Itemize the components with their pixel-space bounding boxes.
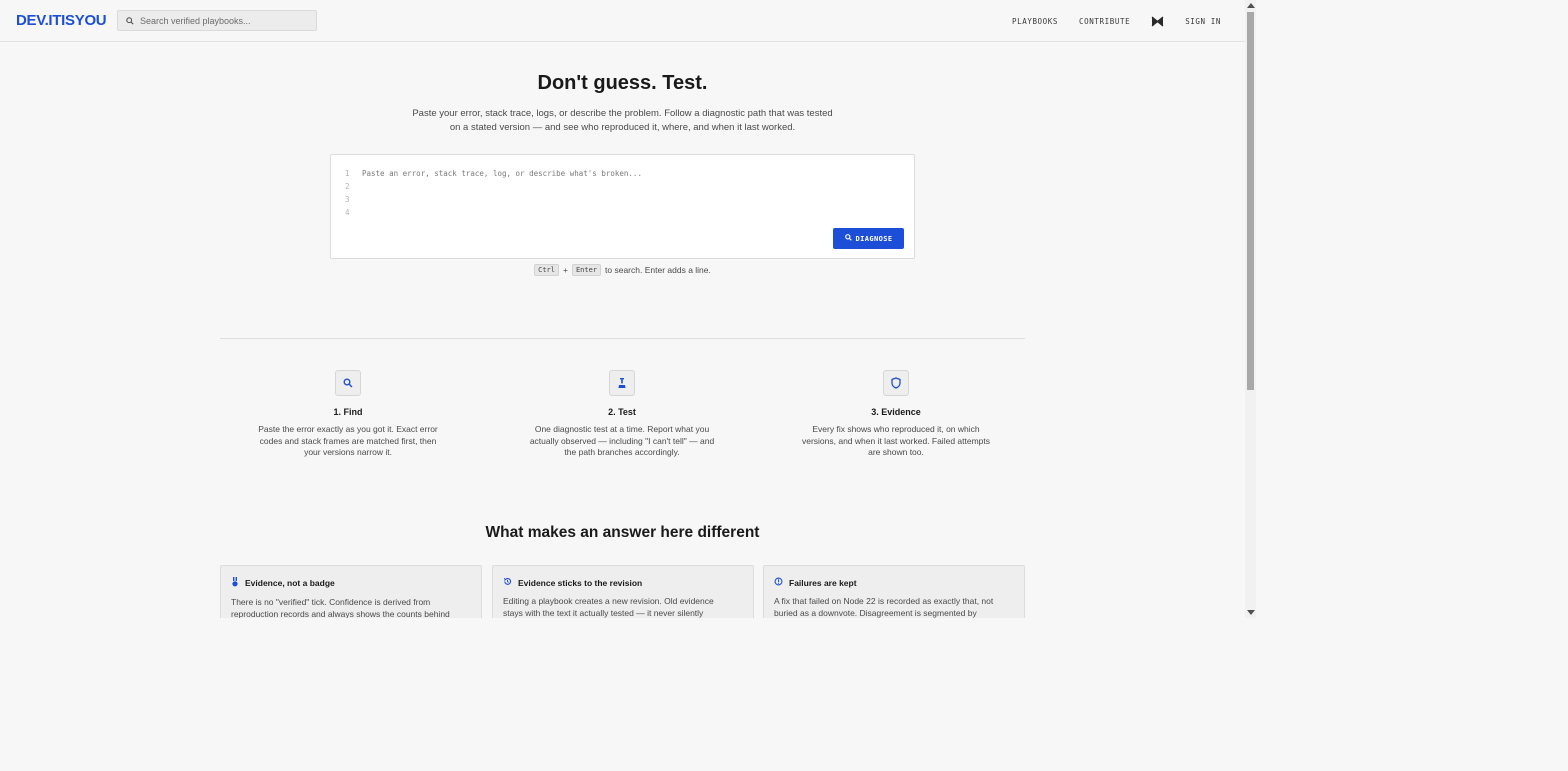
scroll-up-arrow-icon[interactable] bbox=[1245, 0, 1256, 11]
card-title: Evidence, not a badge bbox=[245, 578, 335, 588]
step-desc-line: Paste the error exactly as you got it. E… bbox=[258, 424, 438, 434]
step-desc-line: are shown too. bbox=[868, 447, 924, 457]
section-divider bbox=[220, 338, 1025, 339]
step-title: 2. Test bbox=[608, 407, 636, 417]
step-desc-line: versions, and when it last worked. Faile… bbox=[801, 435, 991, 446]
hero-subtitle-line: on a stated version — and see who reprod… bbox=[449, 121, 796, 133]
vertical-scrollbar[interactable] bbox=[1245, 0, 1256, 618]
card-title: Evidence sticks to the revision bbox=[518, 577, 643, 588]
diagnose-button[interactable]: DIAGNOSE bbox=[833, 228, 904, 249]
scrollbar-thumb[interactable] bbox=[1247, 12, 1254, 390]
search-icon bbox=[126, 12, 134, 30]
theme-toggle-icon[interactable] bbox=[1151, 15, 1164, 27]
flask-icon bbox=[609, 370, 635, 396]
hint-text: to search. Enter adds a line. bbox=[605, 265, 711, 275]
search-input[interactable] bbox=[140, 15, 310, 26]
card-body-line: A fix that failed on Node 22 is recorded… bbox=[774, 596, 994, 606]
site-logo[interactable]: DEV.ITISYOU bbox=[16, 12, 107, 29]
card-body-line: stays with the text it actually tested —… bbox=[503, 607, 704, 618]
step-test: 2. Test One diagnostic test at a time. R… bbox=[522, 370, 722, 459]
card-evidence-revision: Evidence sticks to the revision Editing … bbox=[492, 565, 754, 618]
step-desc-line: One diagnostic test at a time. Report wh… bbox=[534, 424, 710, 434]
medal-icon bbox=[231, 577, 239, 589]
shield-icon bbox=[883, 370, 909, 396]
step-desc-line: the path branches accordingly. bbox=[564, 447, 680, 457]
step-description: Paste the error exactly as you got it. E… bbox=[248, 424, 448, 459]
card-body-line: buried as a downvote. Disagreement is se… bbox=[774, 607, 977, 618]
top-header: DEV.ITISYOU PLAYBOOKS CONTRIBUTE SIGN IN bbox=[0, 0, 1245, 42]
line-number-gutter: 1 2 3 4 bbox=[345, 167, 350, 219]
step-desc-line: your versions narrow it. bbox=[304, 447, 392, 457]
step-desc-line: Every fix shows who reproduced it, on wh… bbox=[812, 424, 980, 434]
scroll-down-arrow-icon[interactable] bbox=[1245, 607, 1256, 618]
nav-playbooks-link[interactable]: PLAYBOOKS bbox=[1012, 17, 1058, 26]
hero-subtitle: Paste your error, stack trace, logs, or … bbox=[400, 107, 845, 134]
step-desc-line: codes and stack frames are matched first… bbox=[259, 435, 437, 446]
plus-sign: + bbox=[562, 265, 568, 275]
step-description: One diagnostic test at a time. Report wh… bbox=[522, 424, 722, 459]
search-box[interactable] bbox=[117, 10, 317, 31]
line-number: 1 bbox=[345, 169, 350, 178]
main-nav: PLAYBOOKS CONTRIBUTE SIGN IN bbox=[991, 0, 1221, 42]
nav-contribute-link[interactable]: CONTRIBUTE bbox=[1079, 17, 1130, 26]
blank-area bbox=[0, 618, 1568, 771]
step-evidence: 3. Evidence Every fix shows who reproduc… bbox=[796, 370, 996, 459]
card-evidence-not-badge: Evidence, not a badge There is no "verif… bbox=[220, 565, 482, 618]
diagnose-label: DIAGNOSE bbox=[855, 234, 893, 243]
blank-area bbox=[1256, 0, 1568, 618]
page-viewport: DEV.ITISYOU PLAYBOOKS CONTRIBUTE SIGN IN bbox=[0, 0, 1245, 618]
alert-circle-icon bbox=[774, 577, 783, 588]
hero-title: Don't guess. Test. bbox=[537, 72, 708, 94]
line-number: 3 bbox=[345, 195, 350, 204]
enter-key: Enter bbox=[571, 264, 602, 276]
step-description: Every fix shows who reproduced it, on wh… bbox=[796, 424, 996, 459]
card-body-line: reproduction records and always shows th… bbox=[231, 608, 450, 619]
keyboard-hint: Ctrl + Enter to search. Enter adds a lin… bbox=[0, 264, 1245, 276]
differences-heading: What makes an answer here different bbox=[485, 524, 760, 541]
step-title: 1. Find bbox=[333, 407, 363, 417]
editor-placeholder[interactable]: Paste an error, stack trace, log, or des… bbox=[362, 167, 642, 180]
history-icon bbox=[503, 577, 512, 588]
card-body: There is no "verified" tick. Confidence … bbox=[231, 597, 471, 618]
card-body: Editing a playbook creates a new revisio… bbox=[503, 596, 743, 618]
step-find: 1. Find Paste the error exactly as you g… bbox=[248, 370, 448, 459]
line-number: 2 bbox=[345, 182, 350, 191]
card-body: A fix that failed on Node 22 is recorded… bbox=[774, 596, 1014, 618]
ctrl-key: Ctrl bbox=[534, 264, 559, 276]
search-icon bbox=[335, 370, 361, 396]
error-input-editor[interactable]: 1 2 3 4 Paste an error, stack trace, log… bbox=[330, 154, 915, 259]
step-title: 3. Evidence bbox=[871, 407, 921, 417]
search-icon bbox=[844, 234, 852, 243]
line-number: 4 bbox=[345, 208, 350, 217]
card-body-line: There is no "verified" tick. Confidence … bbox=[231, 597, 431, 607]
hero-subtitle-line: Paste your error, stack trace, logs, or … bbox=[412, 108, 833, 119]
card-body-line: Editing a playbook creates a new revisio… bbox=[503, 596, 714, 606]
card-title: Failures are kept bbox=[789, 577, 857, 588]
nav-sign-in-link[interactable]: SIGN IN bbox=[1185, 17, 1221, 26]
step-desc-line: actually observed — including "I can't t… bbox=[529, 435, 715, 446]
card-failures-kept: Failures are kept A fix that failed on N… bbox=[763, 565, 1025, 618]
